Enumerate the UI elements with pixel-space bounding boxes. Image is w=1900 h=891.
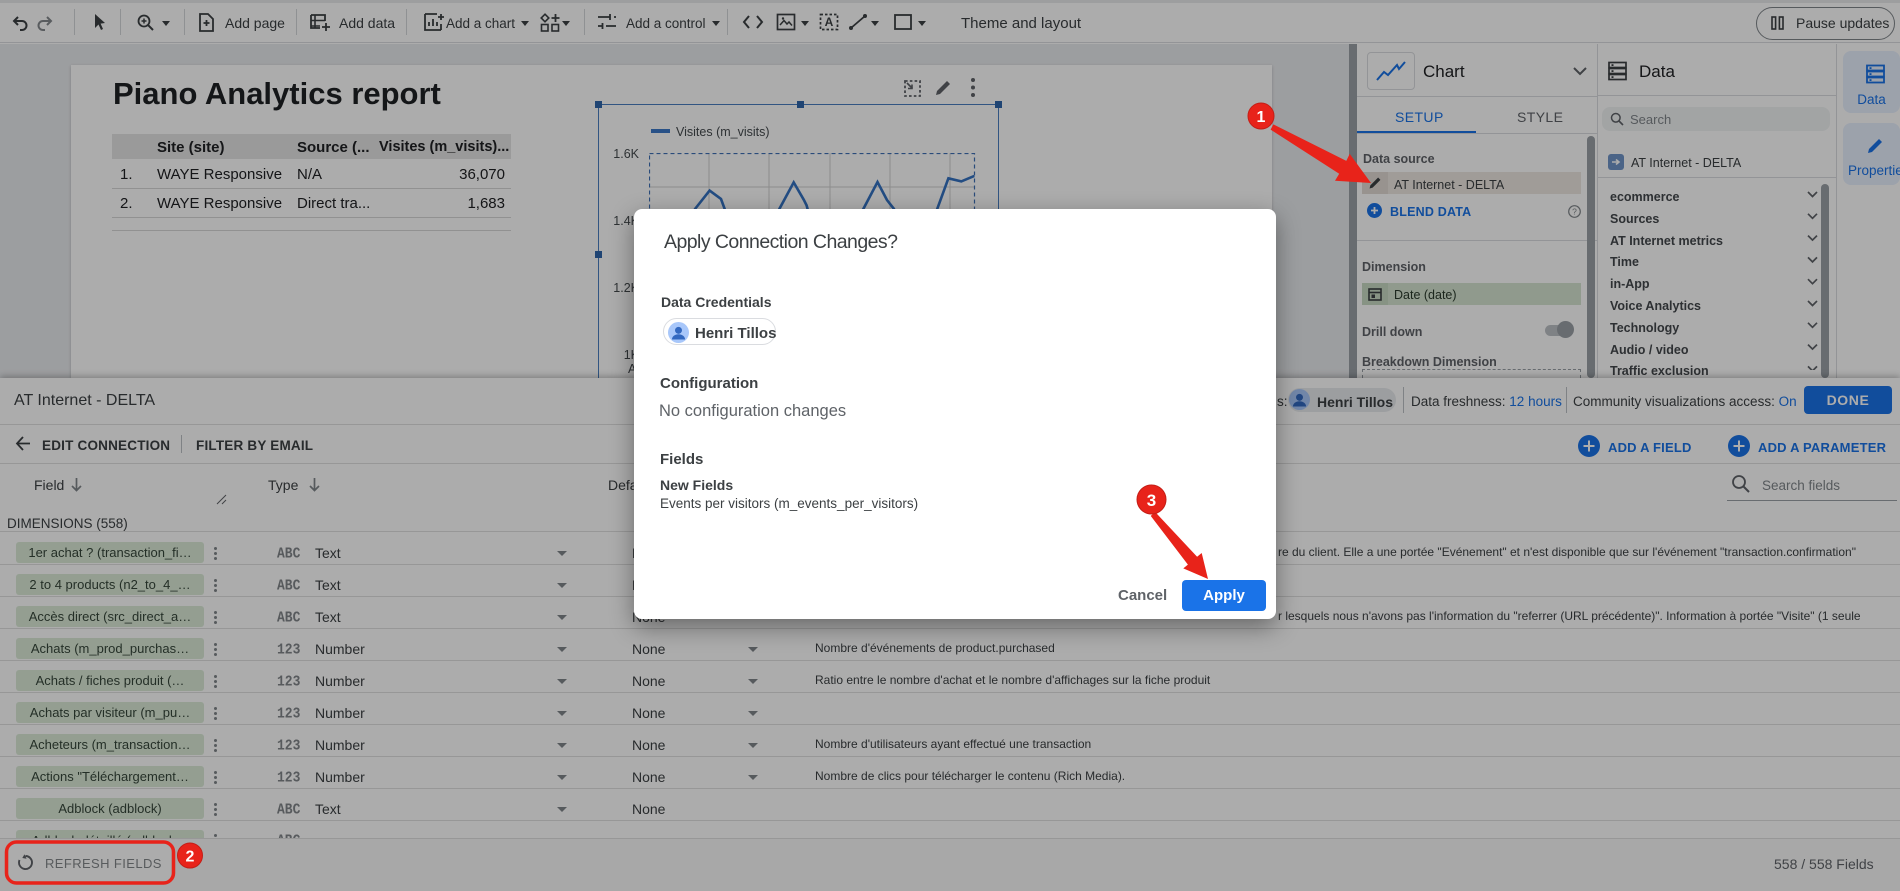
svg-text:3: 3 [1147, 491, 1156, 510]
svg-text:1: 1 [1257, 109, 1266, 126]
svg-text:2: 2 [186, 849, 195, 866]
